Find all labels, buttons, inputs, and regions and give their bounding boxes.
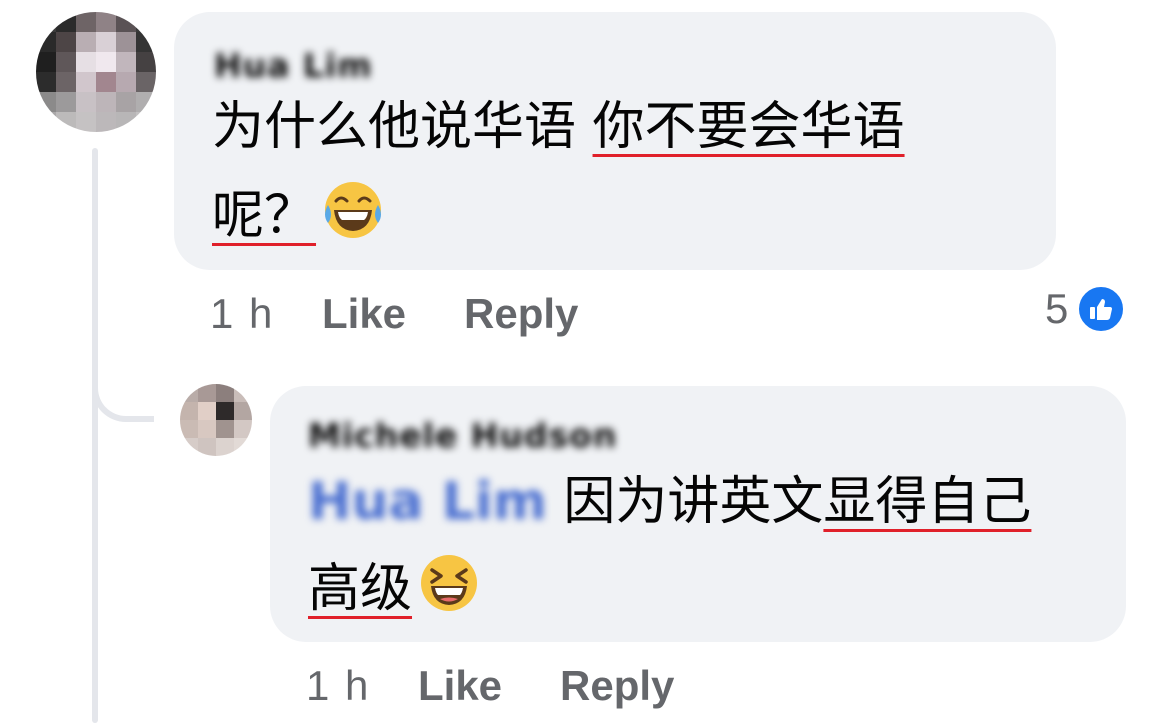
thread-connector-line xyxy=(92,148,98,723)
reaction-count: 5 xyxy=(1045,285,1069,332)
reply-bubble: Michele Hudson Hua Lim 因为讲英文显得自己 高级 xyxy=(270,386,1126,642)
reply-button[interactable]: Reply xyxy=(464,290,578,338)
reaction-summary[interactable]: 5 xyxy=(1045,284,1127,334)
mention-link[interactable]: Hua Lim xyxy=(308,472,547,532)
avatar[interactable] xyxy=(180,384,252,456)
comment-timestamp[interactable]: 1 h xyxy=(210,290,274,338)
thread-connector-curve xyxy=(92,330,154,422)
comment-text-line2: 呢？ xyxy=(212,179,384,254)
comment-text-line1: 为什么他说华语 你不要会华语 xyxy=(212,97,905,157)
thumbs-up-icon xyxy=(1076,284,1127,334)
like-button[interactable]: Like xyxy=(322,290,406,338)
reply-author-name[interactable]: Michele Hudson xyxy=(308,416,617,455)
avatar[interactable] xyxy=(36,12,156,132)
comment-bubble: Hua Lim 为什么他说华语 你不要会华语 呢？ xyxy=(174,12,1056,270)
joy-emoji-icon xyxy=(322,179,384,254)
reply-timestamp[interactable]: 1 h xyxy=(306,662,370,710)
like-button[interactable]: Like xyxy=(418,662,502,710)
comment-author-name[interactable]: Hua Lim xyxy=(214,46,373,85)
reply-text-line1: Hua Lim 因为讲英文显得自己 xyxy=(308,472,1032,532)
reply-text-line2: 高级 xyxy=(308,552,480,627)
laughing-emoji-icon xyxy=(418,552,480,627)
reply-button[interactable]: Reply xyxy=(560,662,674,710)
